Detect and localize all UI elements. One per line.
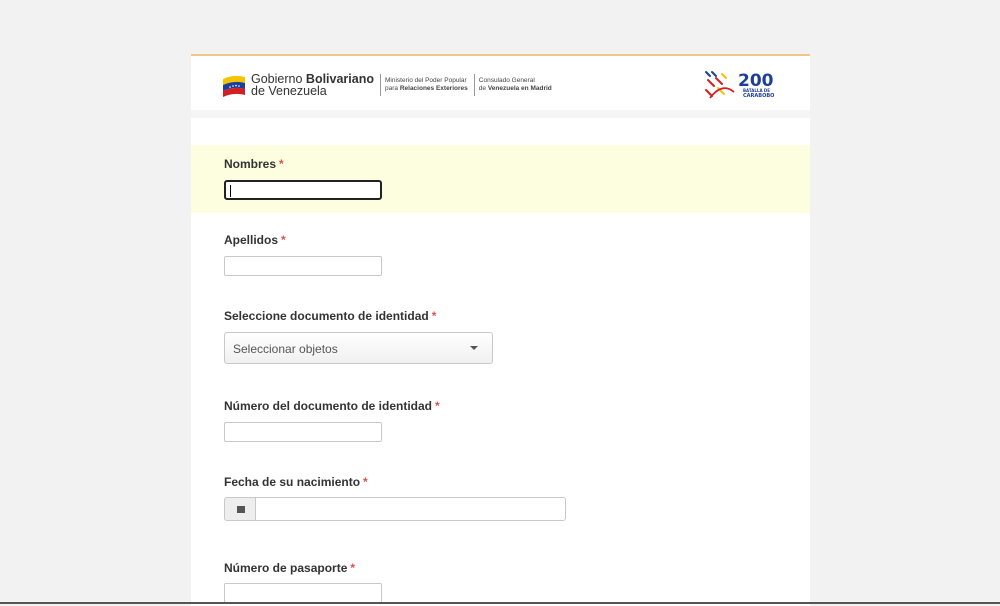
numero-documento-label: Número del documento de identidad [224, 399, 433, 413]
bicentenario-logo-icon: 200 BATALLA DE CARABOBO [705, 71, 774, 99]
text-caret [230, 185, 231, 197]
documento-select[interactable]: Seleccionar objetos [224, 332, 493, 364]
required-marker: * [350, 561, 356, 575]
ministry-line2-prefix: para [385, 85, 399, 92]
required-marker: * [363, 475, 368, 489]
field-pasaporte: Número de pasaporte * [224, 561, 382, 603]
ministry-line2-bold: Relaciones Exteriores [399, 85, 468, 92]
consulate-name: Consulado General de Venezuela en Madrid [479, 77, 552, 93]
divider [380, 74, 381, 96]
gov-line2: de Venezuela [251, 84, 327, 98]
venezuela-flag-icon [223, 75, 245, 97]
badge-line2: CARABOBO [743, 93, 774, 99]
ministry-name: Ministerio del Poder Popular para Relaci… [385, 77, 468, 93]
consulate-line1: Consulado General [478, 77, 535, 84]
active-field-highlight [191, 145, 810, 213]
ministry-line1: Ministerio del Poder Popular [385, 77, 467, 84]
required-marker: * [281, 233, 286, 247]
government-logo: Gobierno Bolivariano de Venezuela Minist… [221, 70, 552, 100]
required-marker: * [435, 399, 440, 413]
chevron-down-icon [470, 346, 478, 350]
fecha-nacimiento-label: Fecha de su nacimiento [224, 475, 361, 489]
fecha-nacimiento-group [224, 497, 566, 521]
divider [473, 74, 475, 96]
header-banner: Gobierno Bolivariano de Venezuela Minist… [191, 56, 810, 118]
field-numero-documento: Número del documento de identidad * [224, 399, 440, 442]
pasaporte-input[interactable] [224, 583, 382, 603]
form-card: Gobierno Bolivariano de Venezuela Minist… [191, 54, 810, 606]
consulate-line2-bold: Venezuela en Madrid [487, 85, 552, 92]
required-marker: * [279, 157, 284, 171]
nombres-label: Nombres [224, 157, 277, 171]
numero-documento-input[interactable] [224, 422, 382, 442]
nombres-input[interactable] [224, 180, 382, 200]
required-marker: * [431, 309, 437, 323]
calendar-icon [237, 506, 245, 513]
government-name: Gobierno Bolivariano de Venezuela [251, 73, 374, 98]
field-nombres: Nombres * [224, 157, 382, 200]
apellidos-input[interactable] [224, 256, 382, 276]
consulate-line2-prefix: de [478, 85, 486, 92]
documento-placeholder: Seleccionar objetos [233, 342, 338, 356]
field-apellidos: Apellidos * [224, 233, 382, 276]
documento-label: Seleccione documento de identidad [224, 309, 429, 323]
field-documento: Seleccione documento de identidad * Selec… [224, 309, 493, 364]
fecha-nacimiento-input[interactable] [255, 497, 566, 521]
pasaporte-label: Número de pasaporte [224, 561, 348, 575]
field-fecha-nacimiento: Fecha de su nacimiento * [224, 475, 566, 521]
apellidos-label: Apellidos [224, 233, 279, 247]
calendar-button[interactable] [224, 497, 256, 521]
